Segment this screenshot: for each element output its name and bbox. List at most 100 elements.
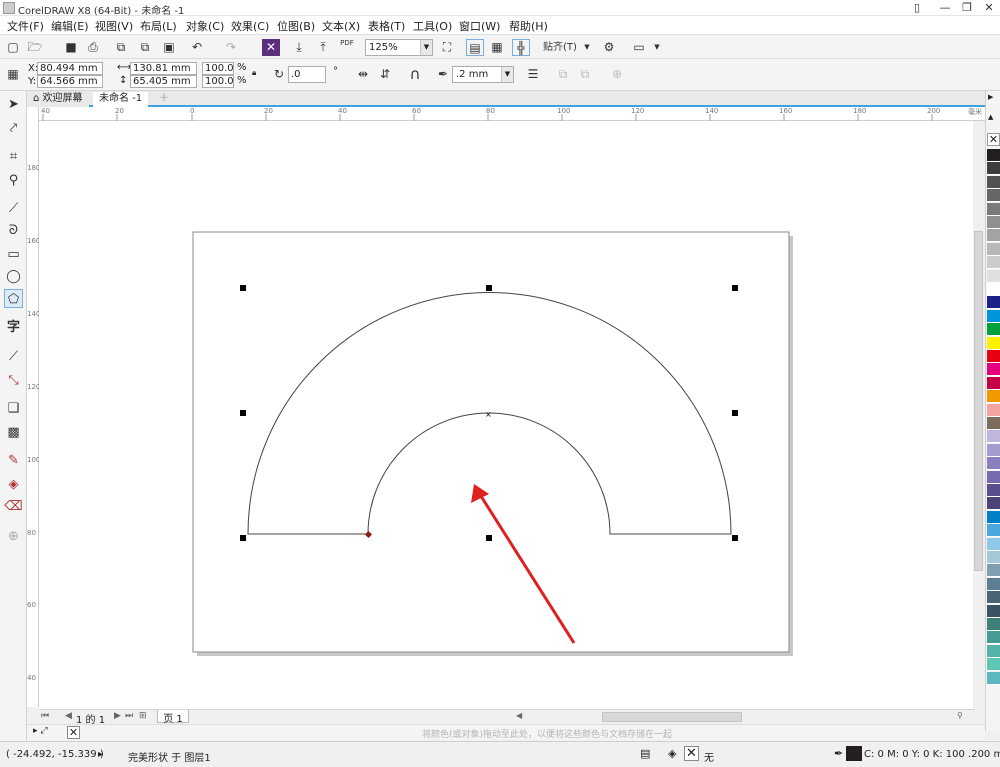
- handle-top-right[interactable]: [732, 285, 738, 291]
- add-icon[interactable]: ⊕: [608, 66, 626, 83]
- weld-icon[interactable]: ⧉: [576, 66, 594, 83]
- menu-help[interactable]: 帮助(H): [509, 18, 548, 34]
- vertical-ruler[interactable]: 180 160 140 120 100 80 60 40: [27, 107, 40, 707]
- color-swatch[interactable]: [987, 242, 1000, 256]
- show-rulers-icon[interactable]: ▤: [466, 39, 484, 56]
- palette-menu-icon[interactable]: ▸ ⤢: [33, 726, 48, 736]
- publish-pdf-icon[interactable]: PDF: [338, 39, 356, 56]
- redo-icon[interactable]: ↷: [222, 39, 240, 56]
- previous-page-icon[interactable]: ◀: [65, 711, 72, 721]
- horizontal-ruler[interactable]: 40 20 0 20 40 60 80 100 120 140 160 180 …: [39, 107, 987, 121]
- drawing-canvas[interactable]: ×: [39, 121, 984, 709]
- color-swatch[interactable]: [987, 430, 1000, 444]
- height-field[interactable]: 65.405 mm: [130, 75, 197, 88]
- color-swatch[interactable]: [987, 443, 1000, 457]
- color-swatch[interactable]: [987, 631, 1000, 645]
- menu-object[interactable]: 对象(C): [186, 18, 224, 34]
- color-swatch[interactable]: [987, 363, 1000, 377]
- no-color-swatch[interactable]: ✕: [987, 133, 1000, 146]
- color-swatch[interactable]: [987, 417, 1000, 430]
- color-swatch[interactable]: [987, 283, 1000, 296]
- tab-welcome[interactable]: ⌂ 欢迎屏幕: [27, 92, 89, 107]
- add-tool-icon[interactable]: ⊕: [4, 527, 23, 546]
- color-swatch[interactable]: [987, 229, 1000, 243]
- parallel-dimension-icon[interactable]: ⟋: [4, 347, 23, 366]
- last-page-icon[interactable]: ⏭: [125, 711, 133, 721]
- color-swatch[interactable]: [987, 457, 1000, 471]
- handle-middle-left[interactable]: [240, 410, 246, 416]
- color-swatch[interactable]: [987, 658, 1000, 672]
- scale-y-field[interactable]: 100.0: [202, 75, 234, 88]
- color-swatch[interactable]: [987, 591, 1000, 605]
- new-tab-icon[interactable]: ＋: [153, 92, 175, 107]
- color-swatch[interactable]: [987, 323, 1000, 337]
- color-swatch[interactable]: [987, 524, 1000, 538]
- handle-top-left[interactable]: [240, 285, 246, 291]
- handle-bottom-center[interactable]: [486, 535, 492, 541]
- palette-scroll-up-icon[interactable]: ▲: [988, 113, 993, 121]
- search-content-icon[interactable]: ✕: [262, 39, 280, 56]
- outline-color-swatch[interactable]: [846, 746, 862, 761]
- text-tool-icon[interactable]: 字: [4, 318, 23, 337]
- arc-shape-icon[interactable]: ∩: [406, 66, 424, 83]
- color-swatch[interactable]: [987, 671, 1000, 685]
- next-page-icon[interactable]: ▶: [114, 711, 121, 721]
- color-eyedropper-icon[interactable]: ✎: [4, 451, 23, 470]
- lock-ratio-icon[interactable]: 🔒︎: [252, 68, 256, 78]
- color-swatch[interactable]: [987, 484, 1000, 497]
- drawing-surface[interactable]: ×: [39, 121, 973, 709]
- scroll-thumb[interactable]: [974, 231, 983, 571]
- zoom-level-select[interactable]: 125% ▼: [365, 39, 433, 56]
- color-swatch[interactable]: [987, 564, 1000, 578]
- color-swatch[interactable]: [987, 604, 1000, 618]
- color-swatch[interactable]: [987, 256, 1000, 270]
- width-field[interactable]: 130.81 mm: [130, 62, 197, 75]
- handle-bottom-right[interactable]: [732, 535, 738, 541]
- smart-fill-icon[interactable]: ⌫: [4, 497, 23, 516]
- color-swatch[interactable]: [987, 350, 1000, 363]
- interactive-fill-icon[interactable]: ◈: [4, 475, 23, 494]
- color-swatch[interactable]: [987, 296, 1000, 310]
- menu-layout[interactable]: 布局(L): [140, 18, 177, 34]
- new-document-icon[interactable]: ▢: [4, 39, 22, 56]
- application-launcher-icon[interactable]: ▭: [630, 39, 648, 56]
- color-swatch[interactable]: [987, 644, 1000, 658]
- artistic-media-icon[interactable]: ᘐ: [4, 221, 23, 240]
- save-icon[interactable]: ■: [62, 39, 80, 56]
- crop-tool-icon[interactable]: ⌗: [4, 147, 23, 166]
- handle-top-center[interactable]: [486, 285, 492, 291]
- color-swatch[interactable]: [987, 175, 1000, 189]
- menu-file[interactable]: 文件(F): [7, 18, 44, 34]
- handle-middle-right[interactable]: [732, 410, 738, 416]
- color-swatch[interactable]: [987, 403, 1000, 417]
- x-position-field[interactable]: 80.494 mm: [37, 62, 103, 75]
- color-swatch[interactable]: [987, 309, 1000, 323]
- horizontal-scroll-thumb[interactable]: [602, 712, 742, 722]
- color-swatch[interactable]: [987, 618, 1000, 631]
- mirror-horizontal-icon[interactable]: ⇹: [354, 66, 372, 83]
- rotation-angle-field[interactable]: .0: [288, 66, 326, 83]
- undo-icon[interactable]: ↶: [188, 39, 206, 56]
- menu-edit[interactable]: 编辑(E): [51, 18, 89, 34]
- no-color-swatch[interactable]: ✕: [67, 726, 80, 739]
- color-swatch[interactable]: [987, 497, 1000, 511]
- convert-to-curves-icon[interactable]: ⧉: [554, 66, 572, 83]
- wrap-text-icon[interactable]: ☰: [524, 66, 542, 83]
- shape-tool-icon[interactable]: ⤤: [4, 119, 23, 138]
- zoom-tool-icon[interactable]: ⚲: [4, 171, 23, 190]
- no-fill-swatch[interactable]: ✕: [684, 746, 699, 761]
- color-swatch[interactable]: [987, 269, 1000, 283]
- handle-bottom-left[interactable]: [240, 535, 246, 541]
- menu-text[interactable]: 文本(X): [322, 18, 360, 34]
- options-gear-icon[interactable]: ⚙: [600, 39, 618, 56]
- color-swatch[interactable]: [987, 216, 1000, 229]
- menu-view[interactable]: 视图(V): [95, 18, 133, 34]
- freehand-tool-icon[interactable]: ⟋: [4, 199, 23, 218]
- full-screen-icon[interactable]: ⛶: [438, 39, 456, 56]
- color-proof-icon[interactable]: ▤: [640, 747, 650, 760]
- print-icon[interactable]: ⎙: [84, 39, 102, 56]
- tab-document[interactable]: 未命名 -1: [93, 92, 149, 107]
- add-page-icon[interactable]: ⊞: [139, 711, 147, 721]
- y-position-field[interactable]: 64.566 mm: [37, 75, 103, 88]
- export-icon[interactable]: ⤒: [314, 39, 332, 56]
